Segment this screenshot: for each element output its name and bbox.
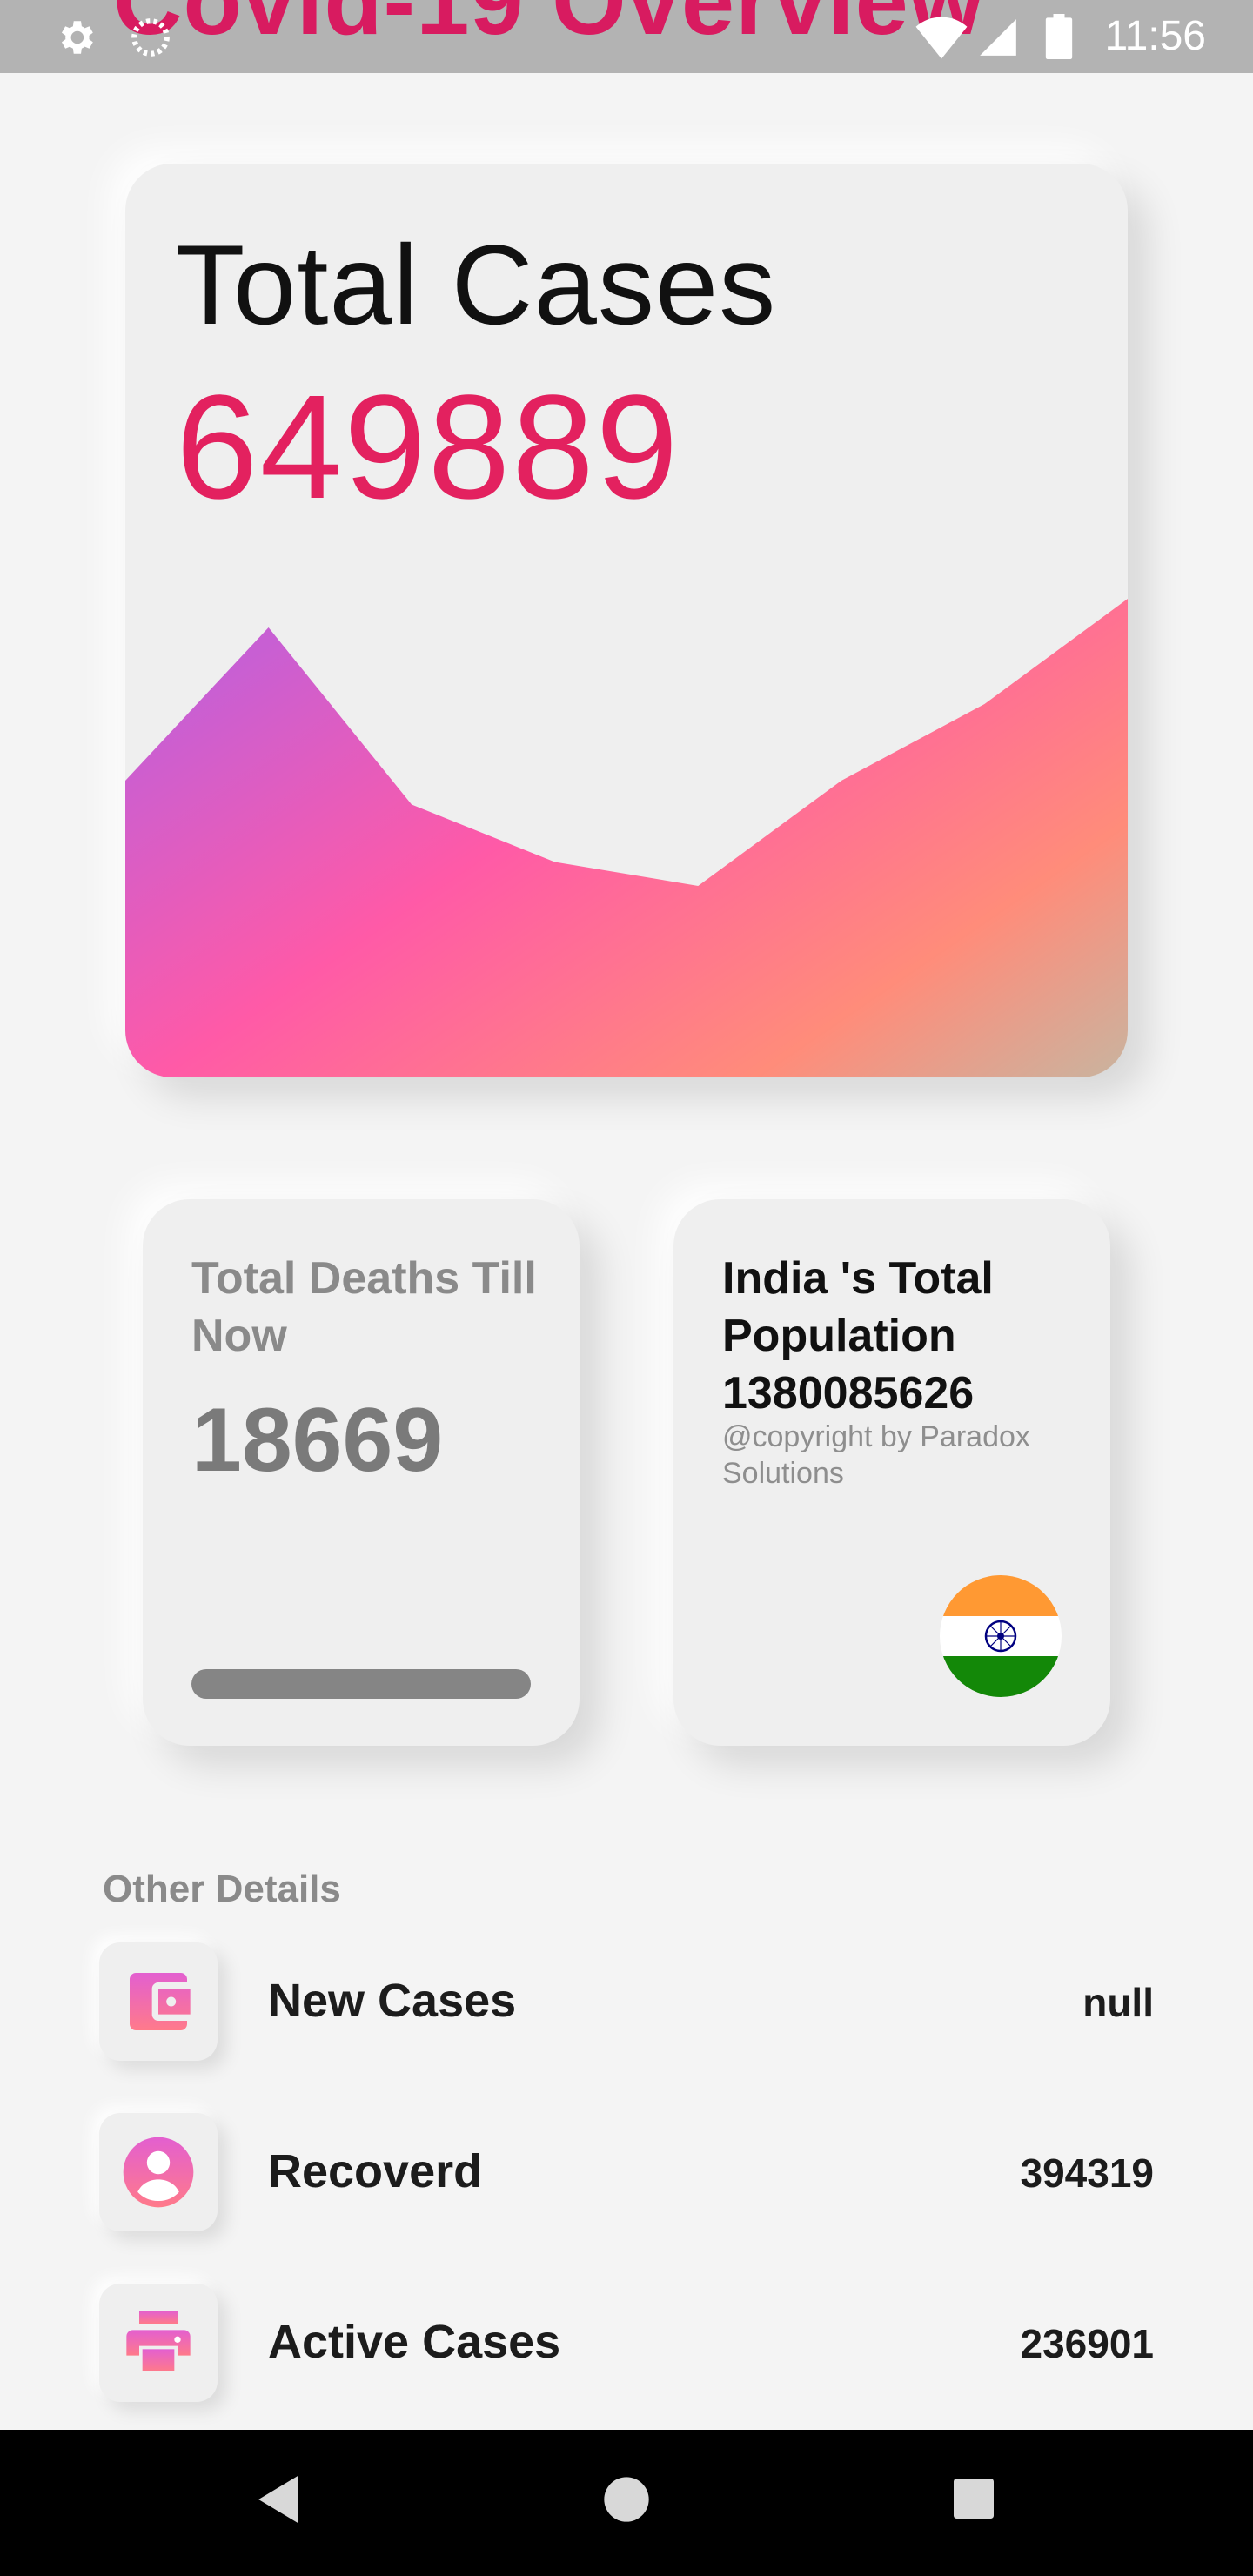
new-cases-value: null — [1082, 1980, 1154, 2025]
battery-icon — [1045, 14, 1073, 59]
status-bar: Covid-19 Overview 11:56 — [0, 0, 1253, 73]
total-deaths-card: Total Deaths Till Now 18669 — [143, 1199, 580, 1746]
recovered-icon-box — [99, 2113, 218, 2231]
app-title: Covid-19 Overview — [113, 0, 985, 55]
active-cases-value: 236901 — [1020, 2321, 1155, 2366]
printer-icon — [126, 2311, 191, 2371]
loading-icon — [131, 18, 170, 57]
cases-area — [125, 599, 1128, 1077]
recents-icon[interactable] — [954, 2479, 994, 2519]
active-cases-icon-box — [99, 2284, 218, 2402]
new-cases-icon-box — [99, 1942, 218, 2061]
deaths-progress-bar — [191, 1669, 531, 1699]
other-details-title: Other Details — [103, 1868, 341, 1910]
total-deaths-value: 18669 — [191, 1390, 444, 1491]
list-item-new-cases[interactable]: New Cases null — [0, 1942, 1253, 2064]
new-cases-label: New Cases — [268, 1975, 517, 2027]
recovered-label: Recoverd — [268, 2145, 483, 2197]
wallet-icon — [130, 1973, 191, 2030]
active-cases-label: Active Cases — [268, 2316, 561, 2368]
back-icon[interactable] — [254, 2472, 303, 2527]
person-icon — [123, 2137, 194, 2208]
list-item-recovered[interactable]: Recoverd 394319 — [0, 2113, 1253, 2235]
settings-icon — [61, 21, 93, 54]
signal-icon — [980, 19, 1016, 56]
total-cases-title: Total Cases — [176, 221, 777, 348]
total-deaths-label: Total Deaths Till Now — [191, 1253, 537, 1361]
status-time: 11:56 — [1104, 13, 1206, 59]
recovered-value: 394319 — [1020, 2150, 1155, 2196]
india-flag-icon — [940, 1575, 1062, 1697]
total-cases-value: 649889 — [176, 365, 680, 530]
home-icon[interactable] — [602, 2475, 651, 2524]
wifi-icon — [915, 17, 968, 59]
copyright-text: @copyright by Paradox Solutions — [722, 1420, 1030, 1490]
population-label: India 's Total Population 1380085626 — [722, 1253, 994, 1419]
total-cases-card: Total Cases 649889 — [125, 164, 1128, 1077]
population-card: India 's Total Population 1380085626 @co… — [673, 1199, 1110, 1746]
list-item-active-cases[interactable]: Active Cases 236901 — [0, 2284, 1253, 2405]
system-nav-bar — [0, 2430, 1253, 2576]
